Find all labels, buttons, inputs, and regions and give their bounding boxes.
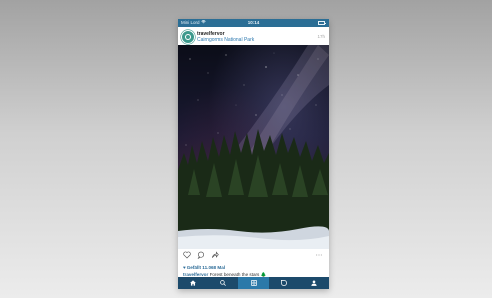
battery-icon	[318, 21, 326, 25]
tab-profile[interactable]	[299, 277, 329, 289]
tab-camera[interactable]	[238, 277, 269, 289]
activity-icon	[280, 280, 287, 286]
home-icon	[190, 280, 197, 286]
post-photo[interactable]	[178, 45, 329, 249]
status-bar: Mini Lord 10:14	[178, 19, 329, 27]
profile-icon	[311, 280, 317, 286]
tab-search[interactable]	[208, 277, 238, 289]
more-icon[interactable]	[315, 251, 323, 259]
photo-scene	[178, 45, 329, 249]
post-location[interactable]: Cairngorms National Park	[197, 37, 254, 43]
tab-home[interactable]	[178, 277, 208, 289]
post-time: 17h	[317, 34, 325, 39]
comment-icon[interactable]	[197, 251, 205, 259]
camera-icon	[250, 280, 257, 286]
post-actions	[178, 249, 329, 263]
status-time: 10:14	[247, 20, 260, 25]
share-icon[interactable]	[211, 251, 219, 259]
likes-heart-icon: ♥	[183, 265, 186, 270]
likes-count[interactable]: ♥Gefällt 11.068 Mal	[183, 265, 225, 270]
tab-bar	[178, 277, 329, 289]
phone-screen: Mini Lord 10:14 travelfervor Cairngorms …	[178, 19, 329, 289]
heart-icon[interactable]	[183, 251, 191, 259]
tab-activity[interactable]	[269, 277, 299, 289]
avatar[interactable]	[181, 30, 195, 44]
search-icon	[220, 280, 227, 286]
post-header: travelfervor Cairngorms National Park 17…	[178, 27, 329, 46]
likes-text: Gefällt 11.068 Mal	[186, 265, 226, 270]
